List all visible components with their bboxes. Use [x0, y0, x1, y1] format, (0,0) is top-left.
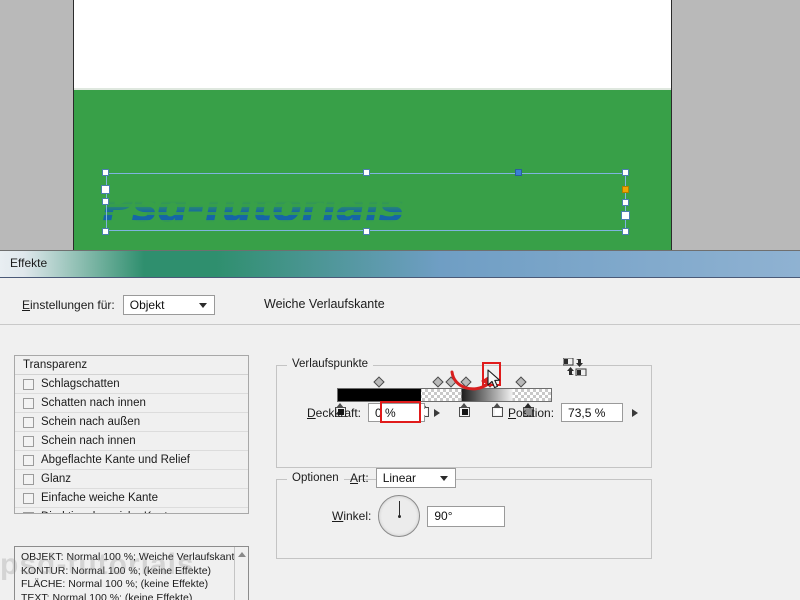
- gradient-ramp-wrapper[interactable]: [337, 376, 552, 415]
- effects-list-header: Transparenz: [15, 356, 248, 375]
- summary-line-kontur: KONTUR: Normal 100 %; (keine Effekte): [21, 564, 212, 577]
- chevron-down-icon: [439, 476, 448, 481]
- gradient-ramp[interactable]: [337, 388, 552, 402]
- gradient-stop-2[interactable]: [459, 404, 470, 417]
- effects-item-label: Einfache weiche Kante: [41, 492, 158, 504]
- gradient-stop-swatch: [337, 409, 344, 415]
- checkbox-schein-nach-innen[interactable]: [23, 435, 34, 447]
- summary-line-objekt: OBJEKT: Normal 100 %; Weiche Verlaufskan…: [21, 551, 241, 563]
- effect-summary-box: OBJEKT: Normal 100 %; Weiche Verlaufskan…: [14, 546, 249, 600]
- effects-item-label: Abgeflachte Kante und Relief: [41, 454, 190, 466]
- effects-item-label: Schein nach außen: [41, 416, 141, 428]
- effects-list-item-schatten-nach-innen[interactable]: Schatten nach innen: [15, 394, 248, 413]
- dialog-title-bar[interactable]: Effekte: [0, 251, 800, 278]
- settings-for-label: Einstellungen für:: [22, 298, 115, 312]
- selection-handle-bottom-right[interactable]: [622, 228, 629, 235]
- selection-handle-bottom-left[interactable]: [102, 228, 109, 235]
- effects-item-label: Direktionale weiche Kante: [41, 511, 174, 513]
- settings-for-value: Objekt: [129, 298, 165, 312]
- mouse-cursor-icon: [487, 369, 502, 390]
- effects-item-label: Glanz: [41, 473, 72, 485]
- header-divider: [0, 324, 800, 325]
- settings-for-row: Einstellungen für: Objekt: [22, 295, 215, 315]
- selection-handle-right-lower[interactable]: [622, 199, 629, 206]
- gradient-type-label: Art:: [350, 471, 369, 485]
- effects-item-label: Schlagschatten: [41, 378, 120, 390]
- gradient-stop-swatch: [420, 409, 427, 415]
- scroll-up-icon[interactable]: [238, 552, 246, 557]
- position-stepper-icon[interactable]: [632, 408, 639, 417]
- effects-list[interactable]: Transparenz Schlagschatten Schatten nach…: [14, 355, 249, 514]
- checkbox-schlagschatten[interactable]: [23, 378, 34, 390]
- gradient-midpoint-marker[interactable]: [432, 376, 444, 388]
- position-input[interactable]: 73,5 %: [561, 403, 624, 422]
- checkbox-einfache-weiche-kante[interactable]: [23, 492, 34, 504]
- summary-scrollbar[interactable]: [234, 547, 248, 600]
- angle-needle-icon: [399, 501, 401, 516]
- angle-hub-icon: [397, 514, 401, 518]
- gradient-type-value: Linear: [382, 471, 417, 485]
- gradient-stop-swatch: [525, 409, 532, 415]
- settings-for-dropdown[interactable]: Objekt: [122, 295, 215, 315]
- checkbox-schein-nach-aussen[interactable]: [23, 416, 34, 428]
- canvas-left-gutter: [60, 0, 73, 258]
- chevron-down-icon: [198, 303, 207, 308]
- selection-handle-top-anchor[interactable]: [515, 169, 522, 176]
- effect-summary-lines: OBJEKT: Normal 100 %; Weiche Verlaufskan…: [21, 551, 241, 600]
- dialog-title-text: Effekte: [10, 256, 48, 270]
- gradient-type-row: Art: Linear: [350, 468, 456, 488]
- opacity-label: Deckkraft:: [307, 405, 361, 420]
- checkbox-schatten-nach-innen[interactable]: [23, 397, 34, 409]
- gradient-midpoint-marker[interactable]: [515, 376, 527, 388]
- effects-list-item-einfache-weiche-kante[interactable]: Einfache weiche Kante: [15, 489, 248, 508]
- selection-handle-corner-effect[interactable]: [622, 186, 629, 193]
- selection-frame[interactable]: [106, 173, 626, 231]
- reverse-gradient-icon[interactable]: [562, 357, 587, 377]
- selection-handle-top-center[interactable]: [363, 169, 370, 176]
- gradient-stop-swatch: [494, 409, 501, 415]
- effects-dialog: Effekte Einstellungen für: Objekt Transp…: [0, 250, 800, 600]
- angle-label: Winkel:: [332, 509, 372, 523]
- effects-list-item-direktionale-weiche-kante[interactable]: Direktionale weiche Kante: [15, 508, 248, 513]
- opacity-stepper-icon[interactable]: [434, 408, 441, 417]
- summary-line-text: TEXT: Normal 100 %; (keine Effekte): [21, 591, 193, 600]
- gradient-stop-3[interactable]: [492, 404, 503, 417]
- selection-handle-top-left[interactable]: [102, 169, 109, 176]
- effects-list-item-abgeflachte-kante-und-relief[interactable]: Abgeflachte Kante und Relief: [15, 451, 248, 470]
- checkbox-abgeflachte-kante-und-relief[interactable]: [23, 454, 34, 466]
- pane-title: Weiche Verlaufskante: [264, 297, 385, 311]
- effects-list-item-schlagschatten[interactable]: Schlagschatten: [15, 375, 248, 394]
- checkbox-glanz[interactable]: [23, 473, 34, 485]
- effects-item-label: Schatten nach innen: [41, 397, 146, 409]
- selection-handle-bottom-center[interactable]: [363, 228, 370, 235]
- effects-list-item-glanz[interactable]: Glanz: [15, 470, 248, 489]
- annotation-highlight-opacity-field: [380, 401, 421, 423]
- effects-list-item-schein-nach-aussen[interactable]: Schein nach außen: [15, 413, 248, 432]
- gradient-stops-legend: Verlaufspunkte: [287, 358, 374, 370]
- checkbox-direktionale-weiche-kante[interactable]: [23, 511, 34, 513]
- selection-handle-middle-left[interactable]: [101, 185, 110, 194]
- angle-input[interactable]: 90°: [427, 505, 506, 527]
- dialog-body: Einstellungen für: Objekt Transparenz Sc…: [0, 278, 800, 600]
- gradient-midpoint-marker[interactable]: [373, 376, 385, 388]
- angle-row: Winkel: 90°: [332, 495, 506, 537]
- screen: Psd-Tutorials Effekte Einstellungen für:…: [0, 0, 800, 600]
- effects-item-label: Schein nach innen: [41, 435, 136, 447]
- angle-dial[interactable]: [378, 495, 421, 537]
- gradient-stop-swatch: [461, 409, 468, 415]
- selection-handle-middle-right[interactable]: [621, 211, 630, 220]
- selection-handle-left-lower[interactable]: [102, 198, 109, 205]
- effects-list-item-schein-nach-innen[interactable]: Schein nach innen: [15, 432, 248, 451]
- gradient-type-dropdown[interactable]: Linear: [375, 468, 456, 488]
- options-legend: Optionen: [287, 472, 344, 484]
- summary-line-flaeche: FLÄCHE: Normal 100 %; (keine Effekte): [21, 578, 209, 590]
- selection-handle-top-right[interactable]: [622, 169, 629, 176]
